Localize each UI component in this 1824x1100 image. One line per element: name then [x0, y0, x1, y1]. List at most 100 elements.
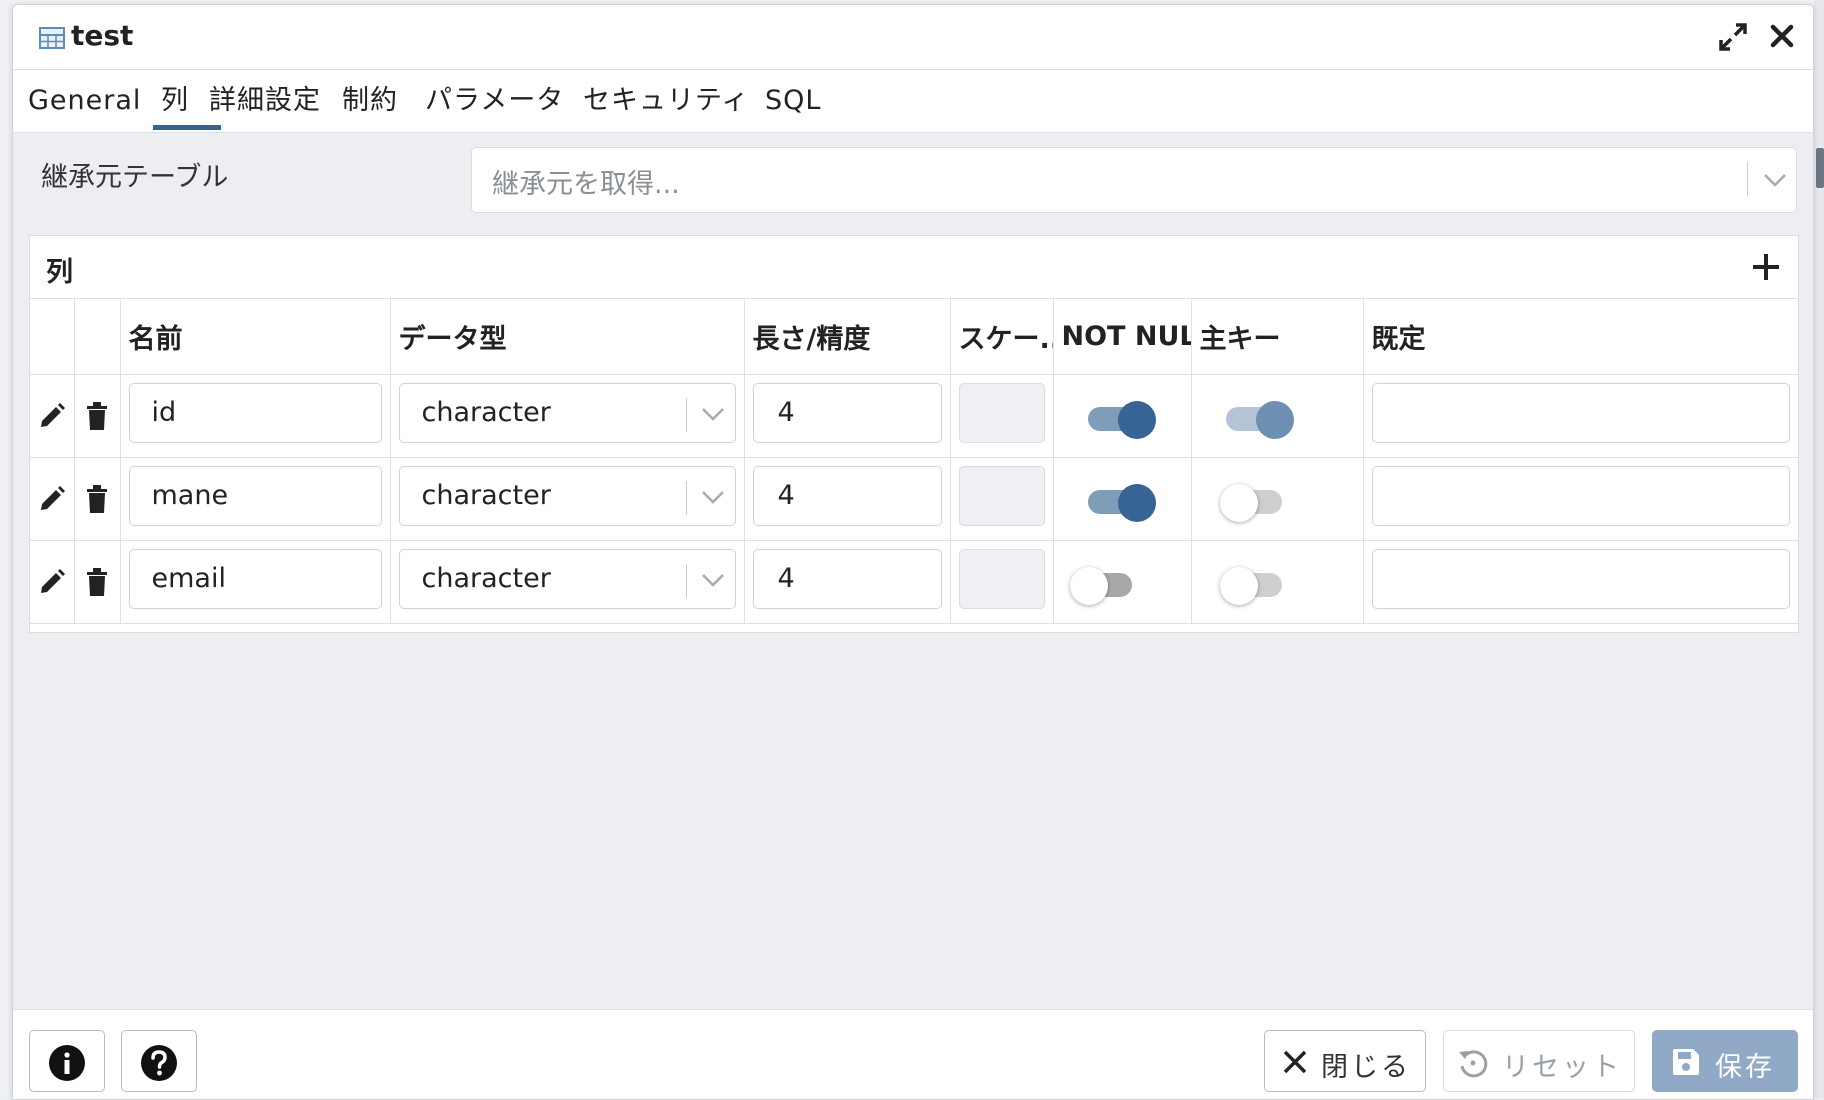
delete-cell: [74, 457, 121, 541]
save-button[interactable]: 保存: [1652, 1030, 1798, 1092]
delete-cell: [74, 540, 121, 624]
pk-cell: [1191, 457, 1364, 541]
primary-key-toggle[interactable]: [1219, 484, 1288, 522]
columns-panel-title: 列: [46, 257, 73, 288]
dialog-footer: 閉じる リセット 保存: [13, 1009, 1813, 1099]
scale-cell: [950, 374, 1054, 458]
chevron-down-icon[interactable]: [700, 572, 726, 588]
header-default: 既定: [1363, 299, 1798, 375]
notnull-cell: [1053, 374, 1192, 458]
tab-sql[interactable]: SQL: [765, 84, 821, 118]
dialog-titlebar[interactable]: test: [13, 5, 1813, 70]
reset-button-label: リセット: [1502, 1052, 1622, 1083]
default-input[interactable]: [1371, 466, 1790, 526]
chevron-down-icon[interactable]: [700, 406, 726, 422]
default-cell: [1363, 540, 1798, 624]
pk-cell: [1191, 374, 1364, 458]
default-input[interactable]: [1371, 549, 1790, 609]
primary-key-toggle[interactable]: [1220, 401, 1294, 439]
header-primary-key: 主キー: [1191, 299, 1364, 375]
column-name-input[interactable]: mane: [128, 466, 382, 526]
length-input[interactable]: 4: [752, 383, 942, 443]
close-icon[interactable]: [1765, 19, 1799, 53]
name-cell: mane: [120, 457, 391, 541]
background-scrollbar[interactable]: [1814, 0, 1824, 1098]
reset-button[interactable]: リセット: [1443, 1030, 1635, 1092]
edit-cell: [30, 374, 75, 458]
trash-icon[interactable]: [85, 567, 109, 597]
header-notnull: NOT NULL: [1053, 299, 1192, 375]
expand-icon[interactable]: [1717, 21, 1749, 53]
default-input[interactable]: [1371, 383, 1790, 443]
select-divider: [685, 481, 687, 515]
columns-panel-header: 列: [30, 236, 1798, 299]
trash-icon[interactable]: [85, 484, 109, 514]
scrollbar-thumb[interactable]: [1816, 148, 1824, 188]
tab-security[interactable]: セキュリティ: [583, 84, 749, 118]
background-app-left: [0, 0, 12, 1098]
table-row: mane character 4: [30, 457, 1798, 541]
tab-general[interactable]: General: [28, 84, 141, 118]
select-divider: [685, 564, 687, 598]
dialog-title: test: [71, 19, 134, 52]
pencil-icon[interactable]: [38, 485, 66, 513]
pencil-icon[interactable]: [38, 568, 66, 596]
trash-icon[interactable]: [85, 401, 109, 431]
length-cell: 4: [744, 457, 951, 541]
tab-advanced[interactable]: 詳細設定: [209, 84, 321, 118]
datatype-select[interactable]: character: [398, 549, 736, 609]
column-name-input[interactable]: email: [128, 549, 382, 609]
tab-constraints[interactable]: 制約: [342, 84, 398, 118]
datatype-value: character: [421, 563, 551, 594]
tab-columns[interactable]: 列: [161, 84, 189, 118]
close-button-label: 閉じる: [1321, 1052, 1411, 1083]
header-edit: [30, 299, 75, 375]
datatype-cell: character: [390, 374, 745, 458]
datatype-select[interactable]: character: [398, 383, 736, 443]
header-name: 名前: [120, 299, 391, 375]
scale-input: [958, 549, 1045, 609]
notnull-cell: [1053, 457, 1192, 541]
default-cell: [1363, 457, 1798, 541]
datatype-cell: character: [390, 457, 745, 541]
help-icon: [141, 1045, 177, 1081]
edit-cell: [30, 457, 75, 541]
inherit-select[interactable]: 継承元を取得...: [471, 147, 1797, 213]
chevron-down-icon[interactable]: [700, 489, 726, 505]
save-icon: [1673, 1049, 1699, 1075]
info-button[interactable]: [29, 1030, 105, 1092]
header-scale: スケー...: [950, 299, 1054, 375]
column-name-input[interactable]: id: [128, 383, 382, 443]
reset-icon: [1459, 1050, 1488, 1078]
datatype-value: character: [421, 480, 551, 511]
select-divider: [1747, 162, 1748, 196]
notnull-cell: [1053, 540, 1192, 624]
help-button[interactable]: [121, 1030, 197, 1092]
inherit-label: 継承元テーブル: [41, 162, 229, 193]
delete-cell: [74, 374, 121, 458]
notnull-toggle[interactable]: [1082, 484, 1156, 522]
datatype-select[interactable]: character: [398, 466, 736, 526]
length-input[interactable]: 4: [752, 549, 942, 609]
header-delete: [74, 299, 121, 375]
length-cell: 4: [744, 540, 951, 624]
scale-cell: [950, 540, 1054, 624]
close-button[interactable]: 閉じる: [1264, 1030, 1426, 1092]
pencil-icon[interactable]: [38, 402, 66, 430]
info-icon: [49, 1045, 85, 1081]
edit-cell: [30, 540, 75, 624]
table-row: id character 4: [30, 374, 1798, 458]
length-input[interactable]: 4: [752, 466, 942, 526]
notnull-toggle[interactable]: [1082, 401, 1156, 439]
tab-bar: General 列 詳細設定 制約 パラメータ セキュリティ SQL: [13, 70, 1813, 133]
columns-table: 名前 データ型 長さ/精度 スケー... NOT NULL 主キー 既定: [30, 299, 1798, 624]
chevron-down-icon[interactable]: [1762, 172, 1788, 188]
add-row-button[interactable]: [1748, 249, 1784, 285]
save-button-label: 保存: [1715, 1052, 1775, 1083]
tab-parameters[interactable]: パラメータ: [425, 84, 564, 118]
notnull-toggle[interactable]: [1069, 567, 1138, 605]
table-row: email character 4: [30, 540, 1798, 624]
pk-cell: [1191, 540, 1364, 624]
primary-key-toggle[interactable]: [1219, 567, 1288, 605]
scale-input: [958, 466, 1045, 526]
